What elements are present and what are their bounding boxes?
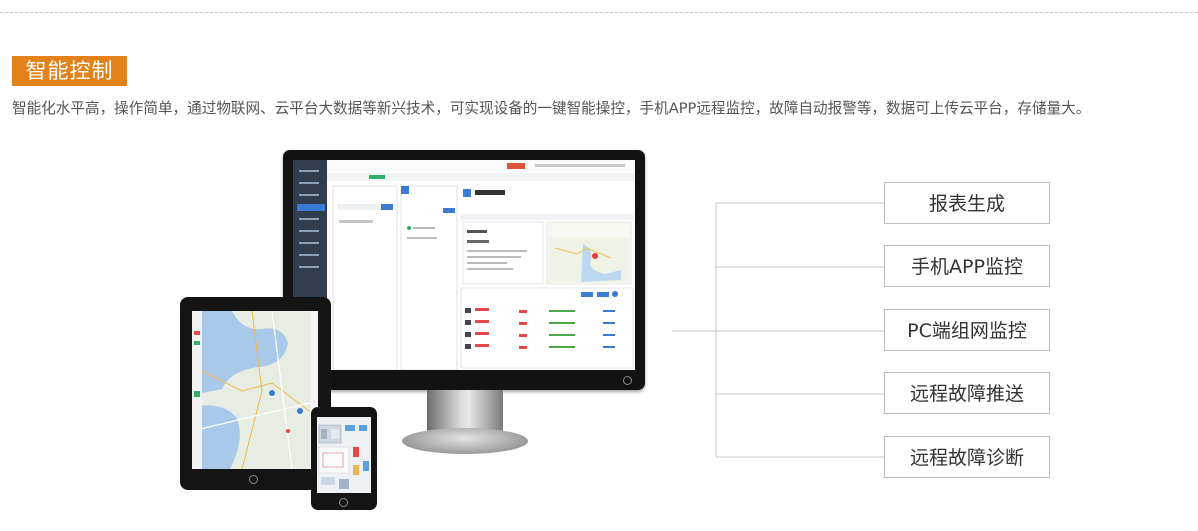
phone-home-button bbox=[339, 498, 348, 507]
desktop-monitor bbox=[283, 150, 645, 390]
phone-app-illustration bbox=[317, 417, 371, 493]
pc-dashboard-illustration bbox=[293, 160, 635, 370]
tablet-map-screenshot bbox=[192, 311, 318, 469]
feature-remote-fault-push: 远程故障推送 bbox=[884, 372, 1050, 414]
feature-remote-fault-diagnosis: 远程故障诊断 bbox=[884, 436, 1050, 478]
monitor-stand-neck bbox=[427, 390, 503, 432]
feature-pc-network-monitoring: PC端组网监控 bbox=[884, 309, 1050, 351]
phone-device bbox=[311, 407, 377, 510]
tablet-map-illustration bbox=[192, 311, 318, 469]
feature-report-generation: 报表生成 bbox=[884, 182, 1050, 224]
tablet-home-button bbox=[249, 475, 258, 484]
monitor-stand-base bbox=[402, 428, 528, 454]
phone-app-screenshot bbox=[317, 417, 371, 493]
pc-dashboard-screenshot bbox=[293, 160, 635, 370]
feature-mobile-app-monitoring: 手机APP监控 bbox=[884, 245, 1050, 287]
tablet-device bbox=[180, 297, 331, 490]
monitor-power-icon bbox=[623, 376, 632, 385]
